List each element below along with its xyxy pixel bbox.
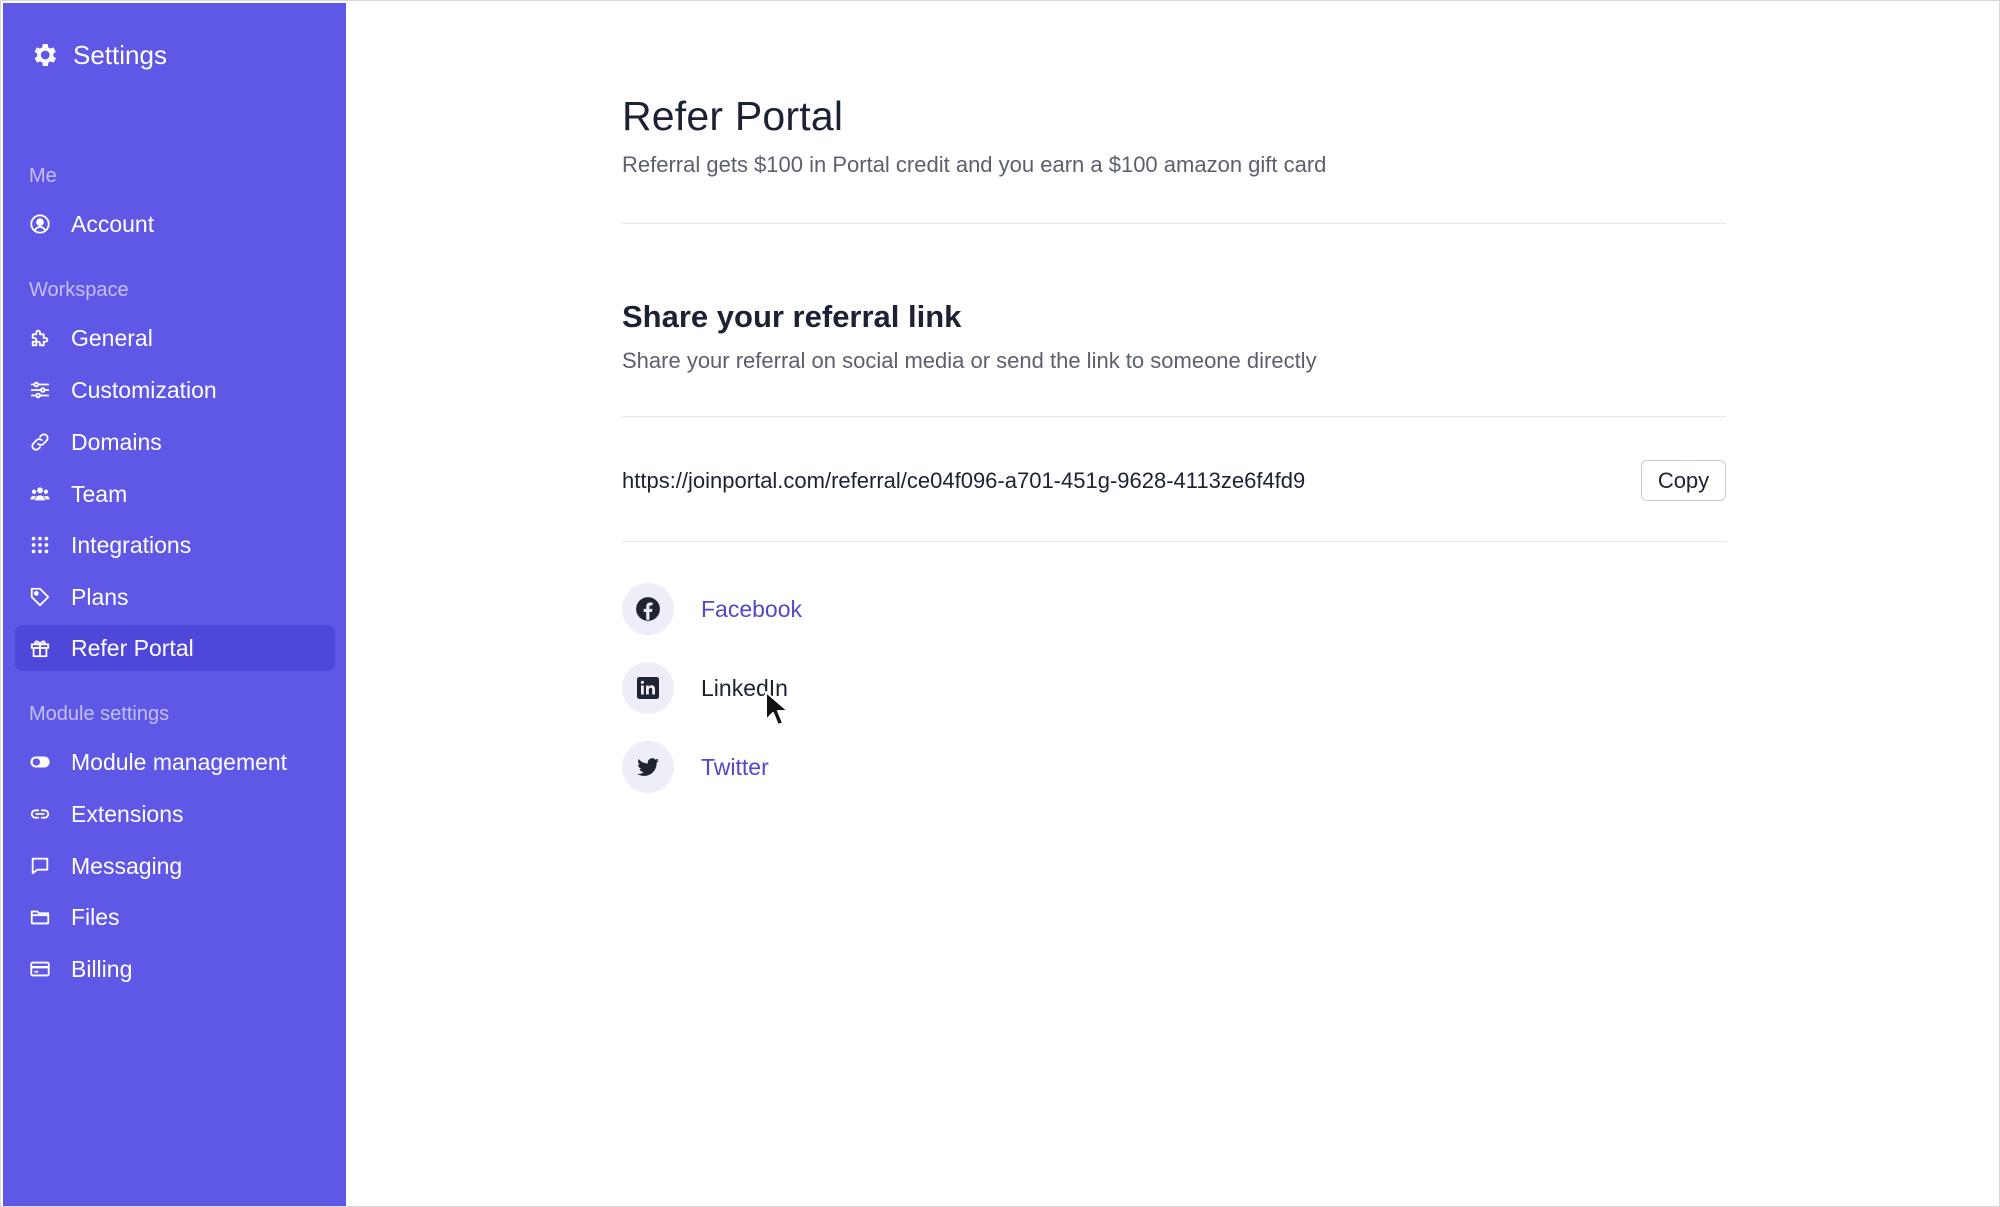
sidebar-item-refer-portal[interactable]: Refer Portal <box>15 625 335 671</box>
sidebar-title: Settings <box>73 39 167 70</box>
sidebar-item-label: Files <box>71 903 120 930</box>
sidebar-item-domains[interactable]: Domains <box>15 419 335 465</box>
folder-icon <box>29 906 51 928</box>
page-title: Refer Portal <box>622 93 844 139</box>
sidebar-item-label: Refer Portal <box>71 634 194 661</box>
sidebar-item-label: Messaging <box>71 852 183 879</box>
grid-dots-icon <box>29 534 51 556</box>
divider <box>622 223 1726 224</box>
divider <box>622 541 1726 542</box>
users-icon <box>29 483 51 505</box>
sidebar-item-general[interactable]: General <box>15 315 335 361</box>
sidebar-item-module-management[interactable]: Module management <box>15 739 335 785</box>
sidebar-item-customization[interactable]: Customization <box>15 367 335 413</box>
sidebar-item-label: Module management <box>71 748 288 775</box>
page-subtitle: Referral gets $100 in Portal credit and … <box>622 152 1327 177</box>
sidebar-item-label: Account <box>71 210 155 237</box>
user-circle-icon <box>29 213 51 235</box>
puzzle-icon <box>29 327 51 349</box>
tag-icon <box>29 586 51 608</box>
sidebar-header: Settings <box>29 39 167 71</box>
sidebar-item-plans[interactable]: Plans <box>15 574 335 620</box>
divider <box>622 416 1726 417</box>
share-twitter[interactable]: Twitter <box>622 741 769 793</box>
share-label: Facebook <box>701 595 803 622</box>
section-subtitle: Share your referral on social media or s… <box>622 348 1317 373</box>
settings-window: Settings Me Account Workspace General Cu… <box>0 0 2000 1207</box>
share-label: Twitter <box>701 753 769 780</box>
sidebar-item-label: Integrations <box>71 531 192 558</box>
toggle-icon <box>29 751 51 773</box>
sidebar-item-account[interactable]: Account <box>15 201 335 247</box>
sidebar-item-label: Team <box>71 480 128 507</box>
facebook-icon <box>622 583 674 635</box>
group-label-workspace: Workspace <box>29 279 129 301</box>
sidebar-item-team[interactable]: Team <box>15 471 335 517</box>
referral-url[interactable]: https://joinportal.com/referral/ce04f096… <box>622 468 1305 494</box>
sidebar-item-files[interactable]: Files <box>15 894 335 940</box>
sidebar-item-label: Customization <box>71 376 217 403</box>
twitter-icon <box>622 741 674 793</box>
copy-button[interactable]: Copy <box>1641 460 1726 501</box>
link-icon <box>29 431 51 453</box>
credit-card-icon <box>29 958 51 980</box>
share-facebook[interactable]: Facebook <box>622 583 802 635</box>
sliders-icon <box>29 379 51 401</box>
group-label-module-settings: Module settings <box>29 703 170 725</box>
sidebar-item-label: Extensions <box>71 800 184 827</box>
section-title: Share your referral link <box>622 299 962 334</box>
mouse-pointer-icon <box>765 691 789 726</box>
main-content: Refer Portal Referral gets $100 in Porta… <box>346 1 1999 1206</box>
sidebar-item-messaging[interactable]: Messaging <box>15 843 335 889</box>
sidebar: Settings Me Account Workspace General Cu… <box>3 3 346 1206</box>
chat-bubble-icon <box>29 855 51 877</box>
sidebar-item-extensions[interactable]: Extensions <box>15 791 335 837</box>
sidebar-item-label: Plans <box>71 583 129 610</box>
sidebar-item-billing[interactable]: Billing <box>15 946 335 992</box>
chain-link-icon <box>29 803 51 825</box>
sidebar-item-integrations[interactable]: Integrations <box>15 522 335 568</box>
sidebar-item-label: Billing <box>71 955 133 982</box>
sidebar-item-label: Domains <box>71 428 162 455</box>
linkedin-icon <box>622 662 674 714</box>
gift-icon <box>29 637 51 659</box>
group-label-me: Me <box>29 165 57 187</box>
gear-icon <box>29 40 59 70</box>
sidebar-item-label: General <box>71 324 153 351</box>
